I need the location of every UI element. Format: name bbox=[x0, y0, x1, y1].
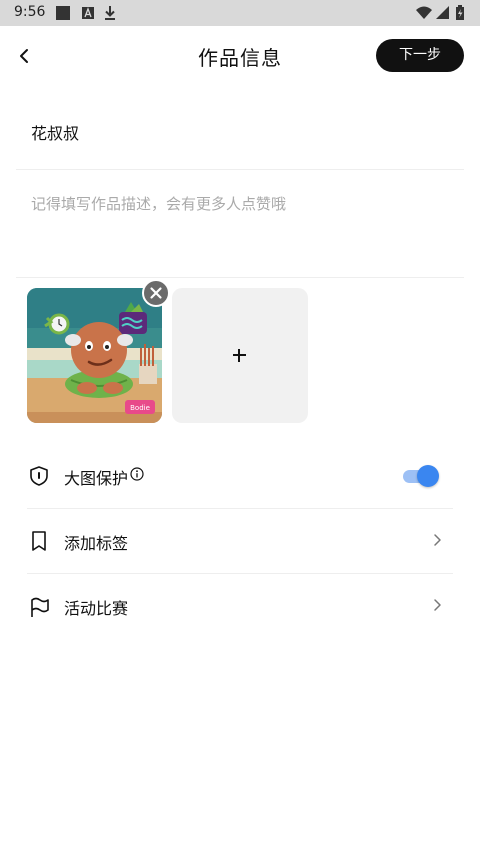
status-time: 9:56 bbox=[14, 4, 46, 20]
bookmark-icon bbox=[32, 531, 46, 551]
chevron-right-icon bbox=[434, 599, 441, 611]
signal-icon bbox=[436, 6, 449, 19]
wifi-icon bbox=[416, 6, 432, 19]
divider bbox=[16, 277, 464, 278]
protection-label: 大图保护 bbox=[64, 469, 129, 488]
work-title-input[interactable]: 花叔叔 bbox=[31, 120, 79, 144]
info-icon[interactable] bbox=[130, 467, 144, 481]
battery-icon bbox=[456, 5, 464, 20]
add-tags-row[interactable]: 添加标签 bbox=[27, 509, 453, 573]
protection-toggle[interactable] bbox=[401, 464, 439, 488]
close-icon bbox=[150, 287, 162, 299]
events-label: 活动比赛 bbox=[64, 599, 129, 618]
download-icon bbox=[105, 6, 115, 20]
events-row[interactable]: 活动比赛 bbox=[27, 574, 453, 638]
header: 作品信息 下一步 bbox=[0, 26, 480, 86]
remove-media-button[interactable] bbox=[142, 279, 170, 307]
shield-icon bbox=[30, 466, 48, 486]
media-thumbnail[interactable]: Bodie bbox=[27, 288, 162, 423]
add-media-button[interactable] bbox=[172, 288, 308, 423]
divider bbox=[16, 169, 464, 170]
description-input[interactable]: 记得填写作品描述，会有更多人点赞哦 bbox=[31, 193, 286, 214]
status-bar: 9:56 bbox=[0, 0, 480, 26]
next-button[interactable]: 下一步 bbox=[376, 39, 464, 72]
a-badge-icon bbox=[82, 7, 94, 19]
square-icon bbox=[56, 6, 70, 20]
tags-label: 添加标签 bbox=[64, 534, 129, 553]
cartoon-image: Bodie bbox=[27, 288, 162, 423]
toggle-knob bbox=[417, 465, 439, 487]
image-watermark-text: Bodie bbox=[130, 404, 150, 412]
chevron-right-icon bbox=[434, 534, 441, 546]
flag-icon bbox=[31, 597, 49, 617]
large-image-protection-row: 大图保护 bbox=[27, 444, 453, 508]
